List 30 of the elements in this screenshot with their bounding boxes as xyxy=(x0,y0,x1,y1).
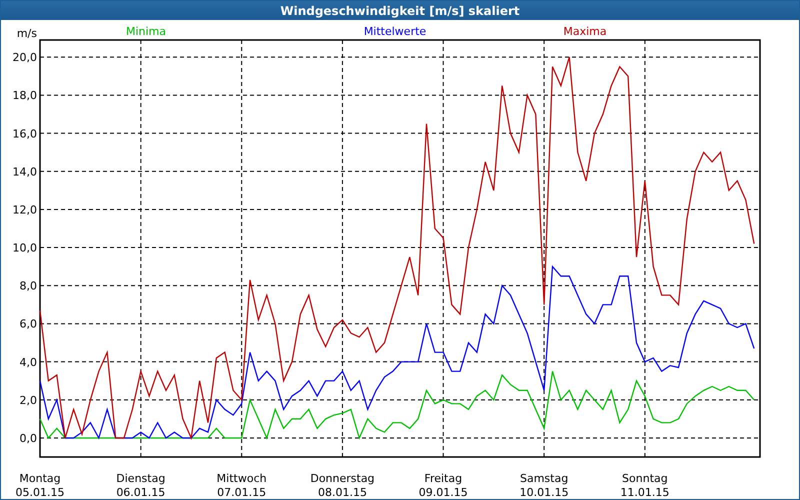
date-label: 08.01.15 xyxy=(318,486,367,499)
y-axis-unit: m/s xyxy=(16,27,37,40)
y-tick-label: 12,0 xyxy=(12,203,37,216)
weekday-label: Samstag xyxy=(520,472,568,485)
y-tick-label: 16,0 xyxy=(12,127,37,140)
y-tick-label: 18,0 xyxy=(12,89,37,102)
y-tick-label: 2,0 xyxy=(20,394,37,407)
y-tick-label: 14,0 xyxy=(12,165,37,178)
weekday-label: Dienstag xyxy=(116,472,166,485)
y-tick-label: 20,0 xyxy=(12,51,37,64)
y-tick-label: 8,0 xyxy=(20,280,37,293)
weekday-label: Sonntag xyxy=(622,472,668,485)
weekday-label: Donnerstag xyxy=(310,472,375,485)
y-tick-label: 6,0 xyxy=(20,318,37,331)
date-label: 10.01.15 xyxy=(520,486,569,499)
date-label: 11.01.15 xyxy=(620,486,670,499)
legend-label: Maxima xyxy=(563,25,607,38)
y-tick-label: 4,0 xyxy=(20,356,37,369)
y-tick-label: 10,0 xyxy=(12,242,37,255)
legend-label: Mittelwerte xyxy=(364,25,426,38)
date-label: 09.01.15 xyxy=(418,486,468,499)
weekday-label: Freitag xyxy=(424,472,462,485)
weekday-label: Mittwoch xyxy=(216,472,267,485)
weekday-label: Montag xyxy=(19,472,61,485)
window-title: Windgeschwindigkeit [m/s] skaliert xyxy=(280,4,520,18)
y-tick-label: 0,0 xyxy=(20,432,37,445)
legend-label: Minima xyxy=(126,25,166,38)
date-label: 06.01.15 xyxy=(116,486,166,499)
date-label: 05.01.15 xyxy=(16,486,64,499)
date-label: 07.01.15 xyxy=(217,486,266,499)
